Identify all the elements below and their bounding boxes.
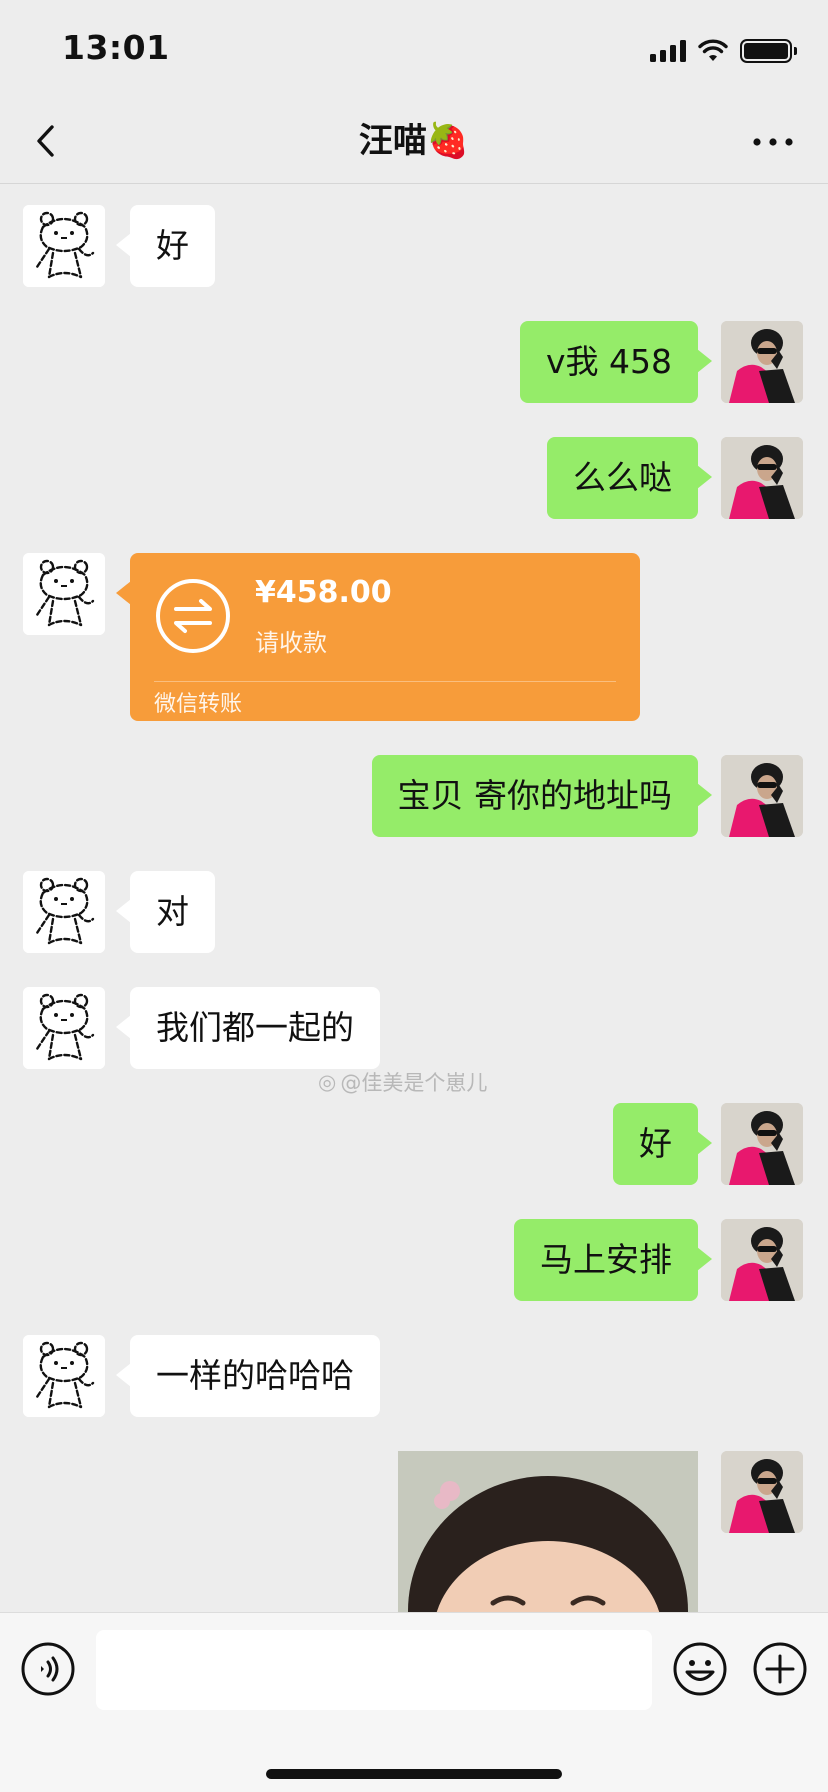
message-bubble[interactable]: 好 — [116, 205, 215, 287]
contact-avatar[interactable] — [23, 205, 105, 287]
battery-icon — [740, 39, 797, 63]
cellular-signal-icon — [650, 40, 686, 62]
status-icons — [650, 36, 797, 66]
watermark-text: @佳美是个崽儿 — [340, 1071, 488, 1095]
wifi-icon — [698, 39, 728, 61]
child-photo — [398, 1451, 698, 1612]
more-functions-button[interactable] — [752, 1641, 808, 1697]
transfer-icon — [156, 579, 230, 653]
message-bubble[interactable]: 宝贝 寄你的地址吗 — [371, 755, 712, 837]
contact-avatar[interactable] — [23, 871, 105, 953]
status-bar: 13:01 — [0, 0, 828, 100]
voice-input-button[interactable] — [20, 1641, 76, 1697]
message-bubble[interactable]: 马上安排 — [514, 1219, 712, 1301]
message-bubble[interactable]: 么么哒 — [547, 437, 712, 519]
contact-avatar[interactable] — [23, 1335, 105, 1417]
my-avatar[interactable] — [721, 1451, 803, 1533]
message-bubble[interactable]: 对 — [116, 871, 215, 953]
emoji-button[interactable] — [672, 1641, 728, 1697]
my-avatar[interactable] — [721, 755, 803, 837]
transfer-amount: ¥458.00 — [255, 575, 392, 610]
contact-avatar[interactable] — [23, 553, 105, 635]
more-options-button[interactable] — [748, 122, 798, 162]
message-bubble[interactable]: 一样的哈哈哈 — [116, 1335, 380, 1417]
chat-header: 汪喵🍓 — [0, 100, 828, 184]
message-list[interactable]: 好 v我 458 么么哒 ¥458.00 请收款 微信转账 宝贝 寄你的地址吗 … — [0, 185, 828, 1612]
chat-title: 汪喵🍓 — [358, 121, 470, 161]
message-bubble[interactable]: 好 — [613, 1103, 712, 1185]
transfer-card[interactable]: ¥458.00 请收款 微信转账 — [116, 553, 640, 721]
image-message[interactable] — [398, 1451, 698, 1612]
transfer-label: 微信转账 — [154, 692, 243, 717]
weibo-icon: ◎ — [318, 1070, 337, 1094]
input-bar — [0, 1612, 828, 1792]
contact-avatar[interactable] — [23, 987, 105, 1069]
home-indicator[interactable] — [266, 1769, 562, 1779]
status-time: 13:01 — [62, 28, 170, 67]
my-avatar[interactable] — [721, 1103, 803, 1185]
message-bubble[interactable]: 我们都一起的 — [116, 987, 380, 1069]
message-bubble[interactable]: v我 458 — [519, 321, 713, 403]
my-avatar[interactable] — [721, 1219, 803, 1301]
my-avatar[interactable] — [721, 437, 803, 519]
watermark: ◎ @佳美是个崽儿 — [318, 1067, 487, 1097]
my-avatar[interactable] — [721, 321, 803, 403]
transfer-status: 请收款 — [255, 629, 327, 657]
message-input[interactable] — [96, 1630, 652, 1710]
transfer-divider — [154, 681, 616, 682]
